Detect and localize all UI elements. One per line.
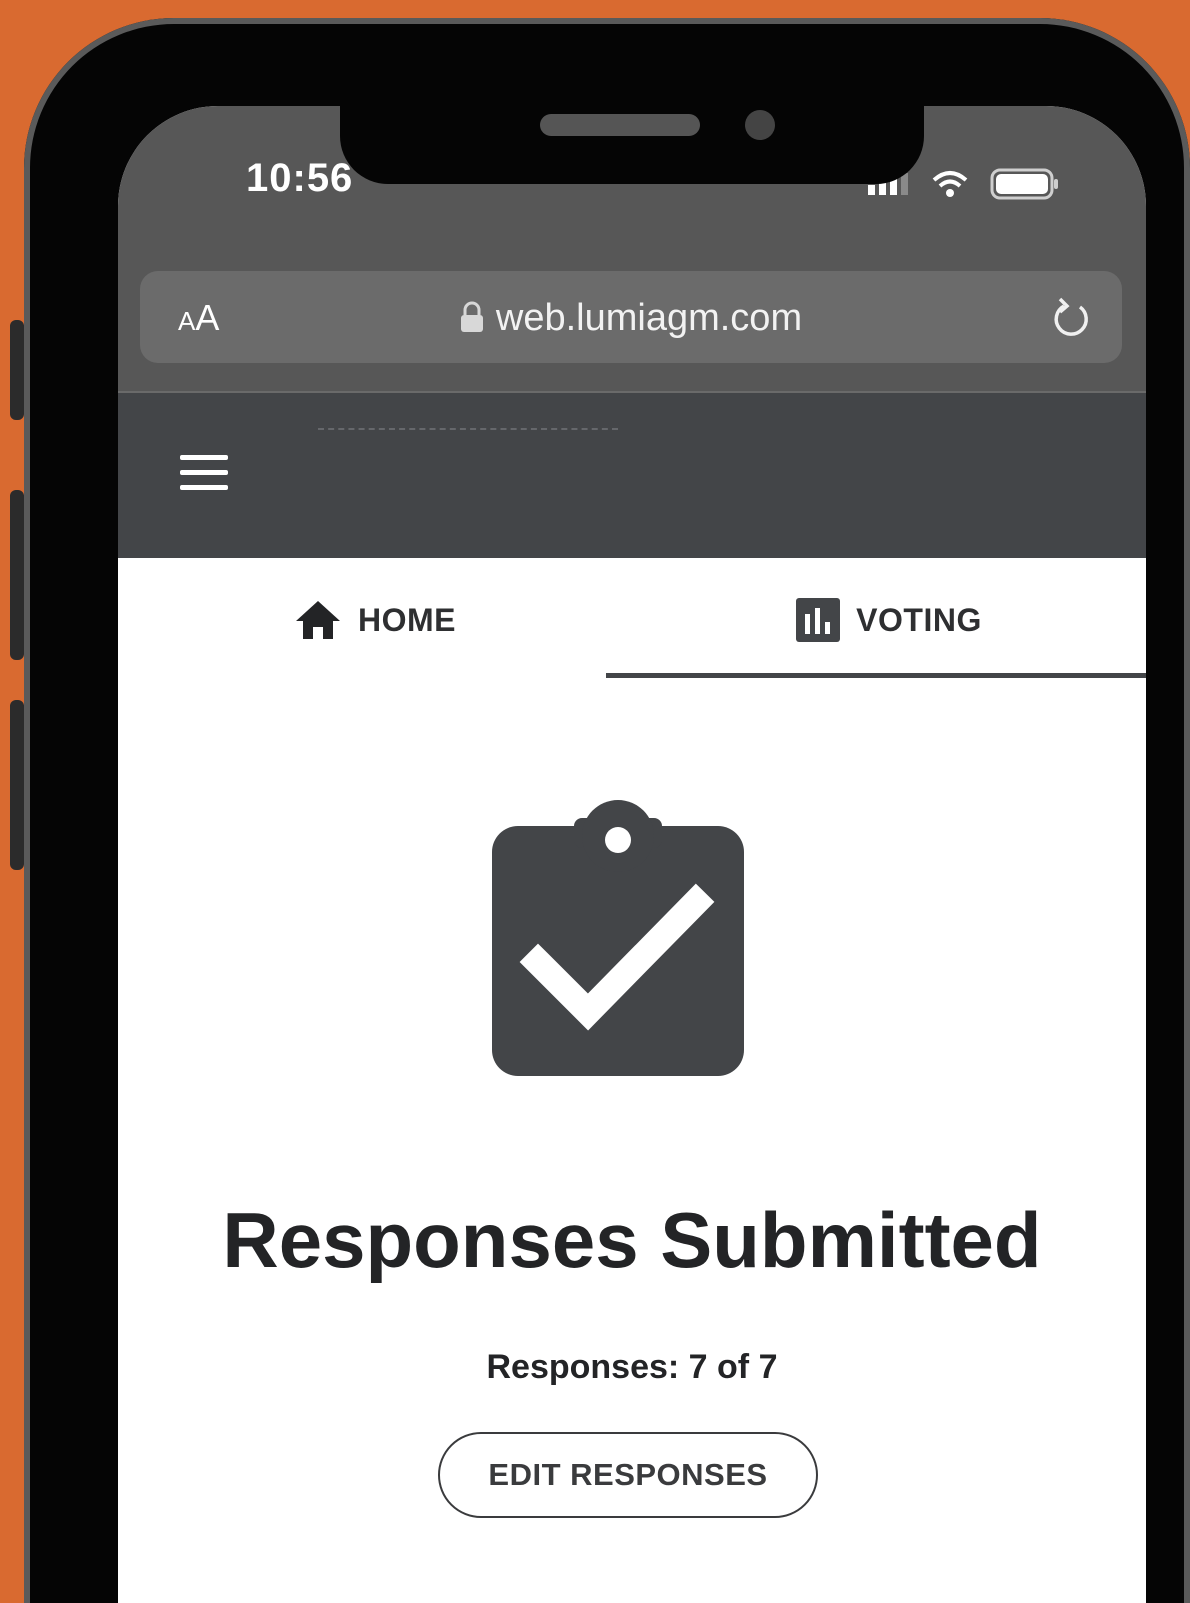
silent-switch [10,320,24,420]
url-text: web.lumiagm.com [495,297,803,339]
hamburger-menu-icon[interactable] [180,455,228,491]
app-header [118,393,1146,558]
page-title: Responses Submitted [222,1196,1042,1284]
reload-icon[interactable] [1050,295,1092,339]
phone-notch [340,106,924,184]
speaker-grille [540,114,700,136]
address-bar[interactable]: AA web.lumiagm.com [140,271,1122,363]
wifi-icon [932,171,968,197]
status-time: 10:56 [246,156,354,200]
header-title-placeholder [318,428,618,450]
url-display[interactable]: web.lumiagm.com [140,297,1122,340]
tab-home[interactable]: HOME [118,558,632,682]
clipboard-check-icon [492,800,744,1076]
tab-voting-label: VOTING [856,601,982,638]
front-camera [745,110,775,140]
tab-voting[interactable]: VOTING [632,558,1146,682]
phone-frame: 10:56 AA web.lumiagm.com HOME VOTING Res… [24,18,1190,1603]
volume-down-button [10,700,24,870]
tab-home-label: HOME [358,601,456,638]
browser-toolbar: AA web.lumiagm.com [118,271,1146,393]
volume-up-button [10,490,24,660]
battery-icon [990,168,1058,200]
lock-icon [460,301,483,332]
active-tab-indicator [606,673,1146,678]
page-background: 10:56 AA web.lumiagm.com HOME VOTING Res… [0,0,1190,1603]
main-content: Responses Submitted Responses: 7 of 7 ED… [118,688,1146,1603]
home-icon [296,601,340,639]
responses-count: Responses: 7 of 7 [486,1348,778,1386]
phone-screen: 10:56 AA web.lumiagm.com HOME VOTING Res… [118,106,1146,1603]
tab-bar: HOME VOTING [118,558,1146,688]
bar-chart-icon [796,598,841,642]
status-bar: 10:56 [118,106,1146,271]
edit-responses-button[interactable]: EDIT RESPONSES [438,1432,818,1518]
